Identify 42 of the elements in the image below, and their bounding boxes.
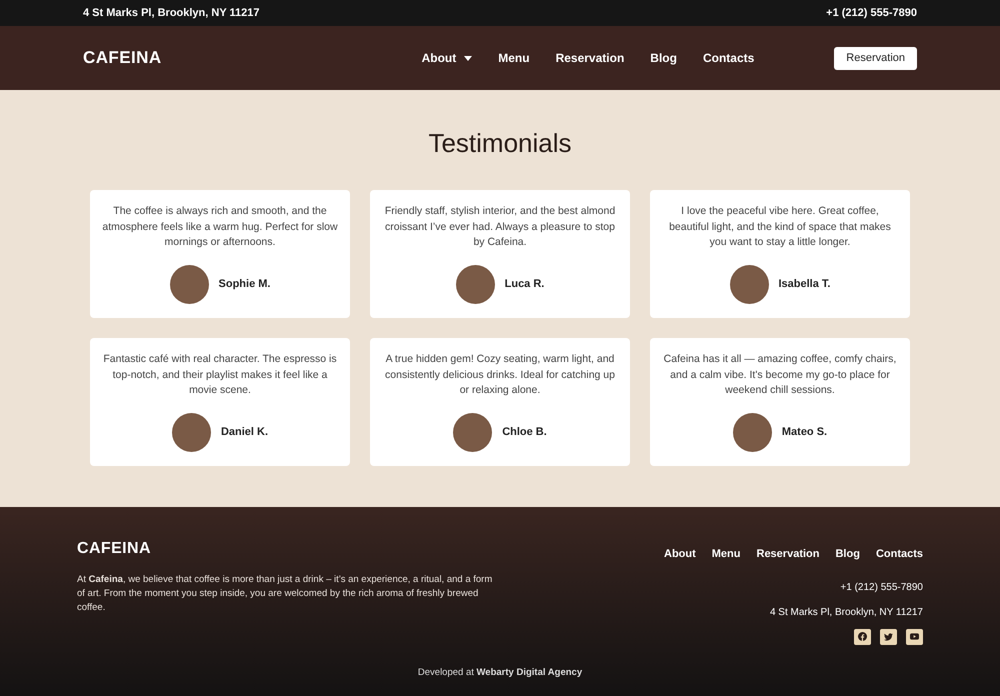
phone-text: +1 (212) 555-7890 bbox=[826, 6, 917, 21]
footer-nav-link[interactable]: Reservation bbox=[756, 546, 820, 562]
quote-text: Friendly staff, stylish interior, and the best almond croissant I’ve ever had. Always a pleasure to stop by Cafeina. bbox=[384, 204, 616, 250]
author-name: Mateo S. bbox=[782, 425, 828, 440]
section-title: Testimonials bbox=[428, 127, 572, 160]
footer-address-text: 4 St Marks Pl, Brooklyn, NY 11217 bbox=[770, 606, 923, 620]
quote-text: The coffee is always rich and smooth, and the atmosphere feels like a warm hug. Perfect for slow mornings or afternoons. bbox=[102, 204, 338, 250]
avatar bbox=[730, 265, 768, 304]
footer-phone-text: +1 (212) 555-7890 bbox=[840, 580, 923, 594]
nav-link[interactable]: About bbox=[422, 49, 472, 67]
quote-text: I love the peaceful vibe here. Great coffee, beautiful light, and the kind of space that makes you want to stay a little longer. bbox=[668, 204, 892, 250]
footer-nav-link[interactable]: About bbox=[664, 546, 696, 562]
footer-nav-link[interactable]: Menu bbox=[712, 546, 740, 562]
quote-text: Fantastic café with real character. The espresso is top-notch, and their playlist makes it feel like a movie scene. bbox=[102, 352, 338, 398]
reservation-button[interactable]: Reservation bbox=[834, 46, 917, 70]
avatar bbox=[453, 413, 492, 452]
caret-icon bbox=[464, 56, 472, 60]
author-name: Sophie M. bbox=[218, 277, 270, 292]
avatar bbox=[732, 413, 772, 452]
footer-nav-link[interactable]: Contacts bbox=[876, 546, 923, 562]
nav-link[interactable]: Blog bbox=[650, 49, 677, 67]
address-text: 4 St Marks Pl, Brooklyn, NY 11217 bbox=[83, 6, 260, 21]
quote-text: Cafeina has it all — amazing coffee, comfy chairs, and a calm vibe. It's become my go-to place for weekend chill sessions. bbox=[662, 352, 898, 398]
avatar bbox=[172, 413, 211, 452]
quote-text: A true hidden gem! Cozy seating, warm light, and consistently delicious drinks. Ideal for catching up or relaxing alone. bbox=[384, 352, 616, 398]
nav-link[interactable]: Contacts bbox=[702, 49, 754, 67]
credit-text: Developed at Webarty Digital Agency bbox=[418, 666, 582, 680]
author-name: Luca R. bbox=[504, 277, 544, 292]
twitter-icon[interactable] bbox=[880, 628, 897, 644]
footer-nav-link[interactable]: Blog bbox=[835, 546, 860, 562]
author-name: Isabella T. bbox=[778, 277, 830, 292]
logo[interactable]: CAFEINA bbox=[83, 45, 162, 71]
avatar bbox=[170, 265, 209, 304]
nav-link[interactable]: Reservation bbox=[556, 49, 624, 67]
nav-link[interactable]: Menu bbox=[498, 49, 530, 67]
avatar bbox=[456, 265, 495, 304]
facebook-icon[interactable] bbox=[854, 628, 871, 644]
footer-logo: CAFEINA bbox=[77, 539, 152, 559]
footer-about-text: At Cafeina, we believe that coffee is more than just a drink – it’s an experience, a ritual, and a form of art. From the moment you step inside, you are welcomed by the rich aroma of freshly brewed coffee. bbox=[77, 573, 494, 615]
author-name: Chloe B. bbox=[502, 425, 547, 440]
author-name: Daniel K. bbox=[220, 425, 268, 440]
youtube-icon[interactable] bbox=[906, 628, 923, 644]
